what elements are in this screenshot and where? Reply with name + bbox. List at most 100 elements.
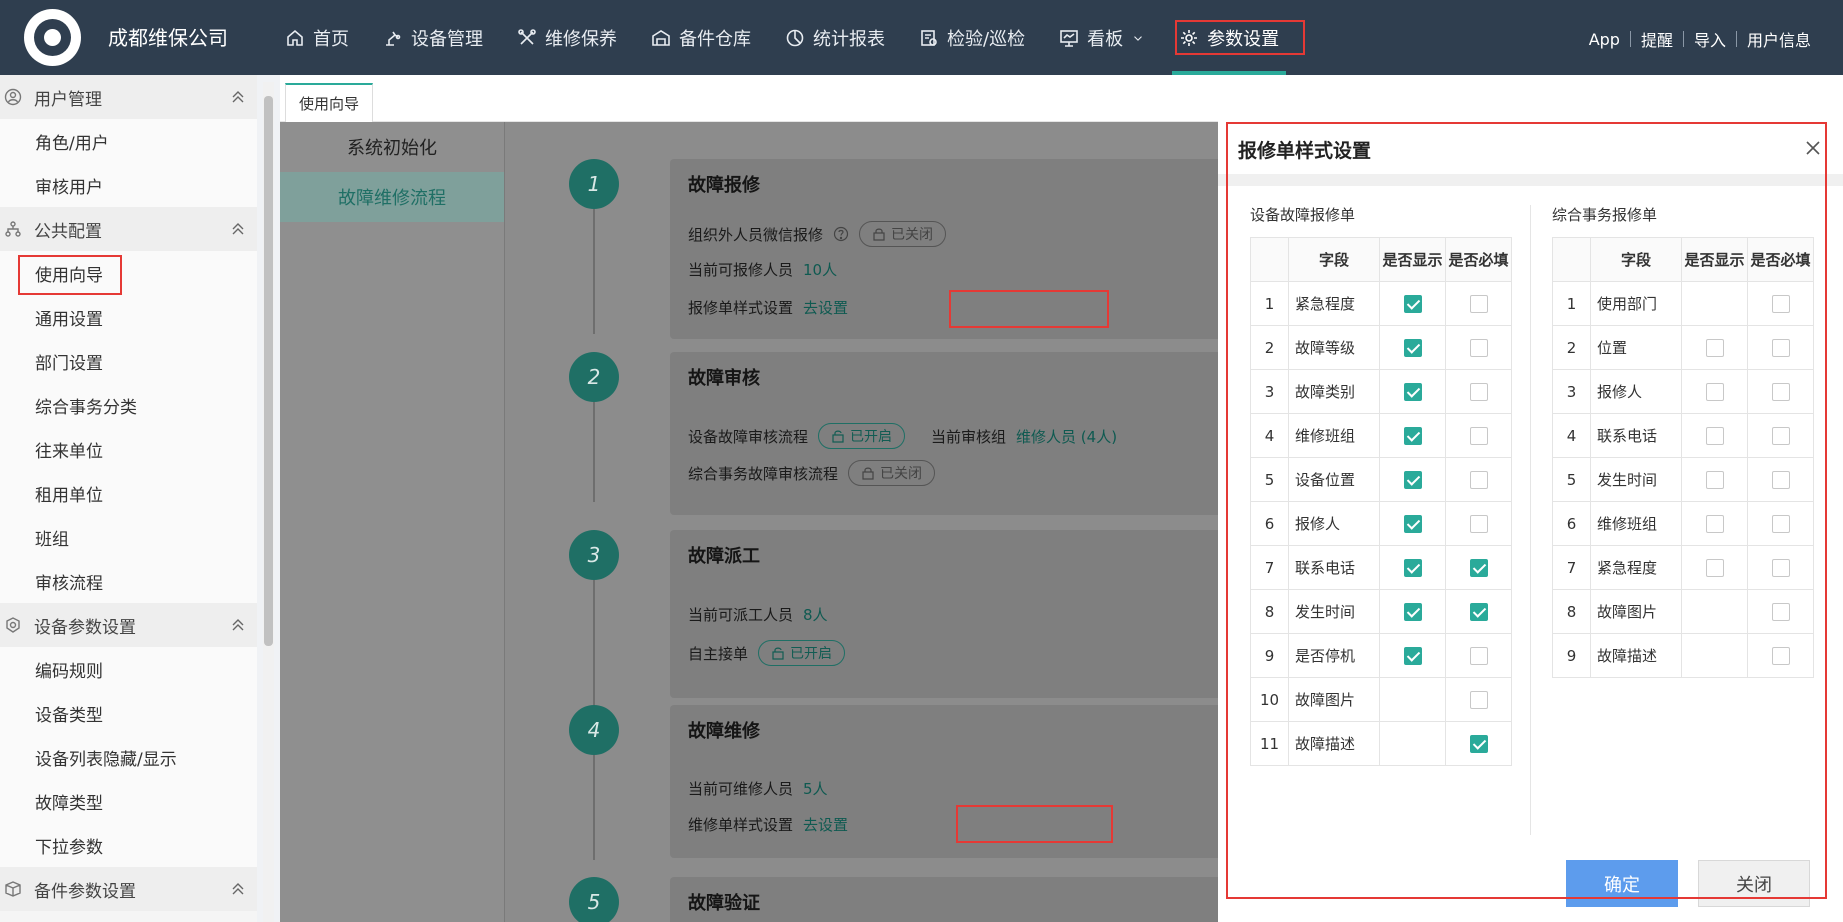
user-info-link[interactable]: 用户信息 (1747, 27, 1811, 51)
required-checkbox[interactable] (1469, 338, 1488, 357)
report-form-setup-link[interactable]: 去设置 (803, 297, 848, 318)
repair-form-setup-link[interactable]: 去设置 (803, 814, 848, 835)
nav-maintenance[interactable]: 维修保养 (500, 0, 634, 75)
show-checkbox[interactable] (1403, 646, 1422, 665)
required-checkbox[interactable] (1469, 602, 1488, 621)
nav-reports[interactable]: 统计报表 (768, 0, 902, 75)
row-number: 7 (1552, 545, 1591, 590)
show-checkbox[interactable] (1403, 382, 1422, 401)
show-checkbox[interactable] (1403, 426, 1422, 445)
required-checkbox[interactable] (1469, 294, 1488, 313)
submenu-fault-repair-flow[interactable]: 故障维修流程 (280, 172, 504, 222)
dispatchers-count-link[interactable]: 8人 (803, 604, 828, 625)
show-checkbox[interactable] (1403, 294, 1422, 313)
reporters-count-link[interactable]: 10人 (803, 259, 837, 280)
sidebar-item-general-settings[interactable]: 通用设置 (0, 295, 257, 339)
sidebar-item-partners[interactable]: 往来单位 (0, 427, 257, 471)
nav-board[interactable]: 看板 (1042, 0, 1162, 75)
required-checkbox[interactable] (1771, 646, 1790, 665)
confirm-button[interactable]: 确定 (1566, 860, 1678, 907)
required-cell (1747, 413, 1814, 458)
unlock-icon (832, 430, 844, 443)
review-group-link[interactable]: 维修人员 (4人) (1016, 426, 1117, 447)
nav-home[interactable]: 首页 (268, 0, 366, 75)
required-checkbox[interactable] (1771, 426, 1790, 445)
required-checkbox[interactable] (1469, 382, 1488, 401)
required-checkbox[interactable] (1469, 470, 1488, 489)
company-logo-icon[interactable] (24, 9, 81, 66)
required-checkbox[interactable] (1771, 294, 1790, 313)
row-number: 1 (1250, 281, 1289, 326)
sidebar-group-device-params[interactable]: 设备参数设置 (0, 603, 257, 647)
required-checkbox[interactable] (1469, 646, 1488, 665)
required-checkbox[interactable] (1469, 734, 1488, 753)
nav-inspection-label: 检验/巡检 (947, 28, 1026, 50)
app-link[interactable]: App (1589, 30, 1620, 49)
sidebar-item-affairs-category[interactable]: 综合事务分类 (0, 383, 257, 427)
nav-inspection[interactable]: 检验/巡检 (902, 0, 1042, 75)
sidebar-item-device-types[interactable]: 设备类型 (0, 691, 257, 735)
tab-usage-guide[interactable]: 使用向导 (285, 83, 373, 122)
nav-board-label: 看板 (1087, 28, 1124, 50)
sidebar-group-public-config[interactable]: 公共配置 (0, 207, 257, 251)
show-checkbox[interactable] (1705, 514, 1724, 533)
sidebar-item-label: 审核用户 (35, 177, 103, 198)
toggle-open-pill[interactable]: 已开启 (818, 423, 906, 449)
sidebar-item-coding-rules[interactable]: 编码规则 (0, 647, 257, 691)
sidebar-item-teams[interactable]: 班组 (0, 515, 257, 559)
close-button[interactable]: 关闭 (1698, 860, 1810, 907)
required-checkbox[interactable] (1771, 382, 1790, 401)
sidebar-item-roles-users[interactable]: 角色/用户 (0, 119, 257, 163)
required-checkbox[interactable] (1469, 558, 1488, 577)
toggle-closed-pill[interactable]: 已关闭 (848, 460, 936, 486)
required-checkbox[interactable] (1469, 426, 1488, 445)
required-checkbox[interactable] (1469, 690, 1488, 709)
sidebar-item-review-flow[interactable]: 审核流程 (0, 559, 257, 603)
sidebar-scrollbar[interactable] (263, 82, 274, 922)
scrollbar-thumb[interactable] (264, 96, 273, 646)
show-checkbox[interactable] (1403, 470, 1422, 489)
repairers-count-link[interactable]: 5人 (803, 778, 828, 799)
toggle-closed-pill[interactable]: 已关闭 (859, 221, 947, 247)
sidebar-group-spare-params[interactable]: 备件参数设置 (0, 867, 257, 911)
report-form-style-row: 报修单样式设置 去设置 (688, 297, 848, 318)
sidebar-item-device-list-visibility[interactable]: 设备列表隐藏/显示 (0, 735, 257, 779)
show-cell (1379, 325, 1446, 370)
show-cell (1379, 589, 1446, 634)
required-checkbox[interactable] (1771, 514, 1790, 533)
sidebar-item-department-settings[interactable]: 部门设置 (0, 339, 257, 383)
required-checkbox[interactable] (1771, 338, 1790, 357)
show-checkbox[interactable] (1403, 558, 1422, 577)
field-name: 紧急程度 (1590, 545, 1682, 590)
required-checkbox[interactable] (1469, 514, 1488, 533)
required-checkbox[interactable] (1771, 558, 1790, 577)
sidebar-item-tenants[interactable]: 租用单位 (0, 471, 257, 515)
sidebar-group-user-management[interactable]: 用户管理 (0, 75, 257, 119)
sidebar-item-review-users[interactable]: 审核用户 (0, 163, 257, 207)
show-checkbox[interactable] (1403, 338, 1422, 357)
import-link[interactable]: 导入 (1694, 27, 1726, 51)
required-checkbox[interactable] (1771, 470, 1790, 489)
show-checkbox[interactable] (1403, 514, 1422, 533)
nav-equipment[interactable]: 设备管理 (366, 0, 500, 75)
show-checkbox[interactable] (1705, 558, 1724, 577)
reminder-link[interactable]: 提醒 (1641, 27, 1673, 51)
close-icon[interactable] (1802, 137, 1824, 159)
show-checkbox[interactable] (1705, 338, 1724, 357)
show-checkbox[interactable] (1403, 602, 1422, 621)
sidebar-item-usage-guide[interactable]: 使用向导 (0, 251, 257, 295)
required-cell (1747, 281, 1814, 326)
toggle-open-pill[interactable]: 已开启 (758, 640, 846, 666)
submenu-system-init[interactable]: 系统初始化 (280, 122, 504, 172)
help-icon[interactable] (833, 226, 849, 242)
nav-warehouse[interactable]: 备件仓库 (634, 0, 768, 75)
show-checkbox[interactable] (1705, 470, 1724, 489)
sidebar-item-fault-types[interactable]: 故障类型 (0, 779, 257, 823)
required-checkbox[interactable] (1771, 602, 1790, 621)
step-number: 1 (569, 159, 619, 209)
show-checkbox[interactable] (1705, 426, 1724, 445)
show-checkbox[interactable] (1705, 382, 1724, 401)
table-header-row: 字段 是否显示 是否必填 (1250, 237, 1512, 282)
sidebar-item-dropdown-params[interactable]: 下拉参数 (0, 823, 257, 867)
self-accept-row: 自主接单 已开启 (688, 640, 846, 666)
